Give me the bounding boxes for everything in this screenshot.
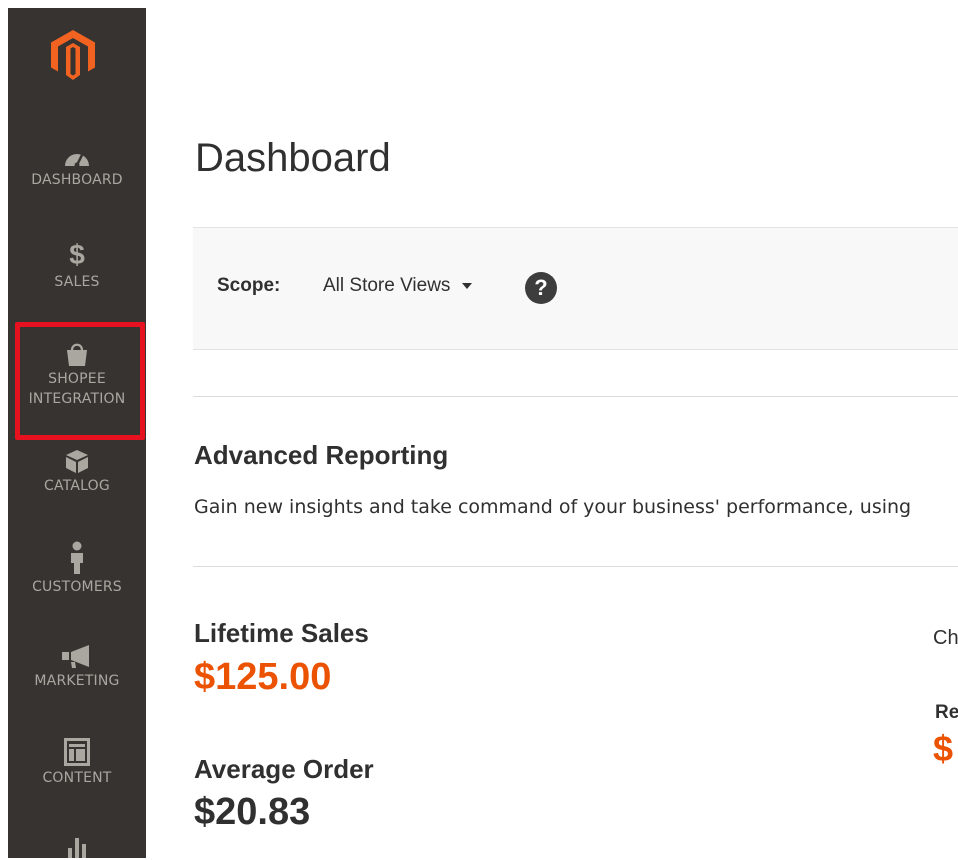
divider (193, 396, 958, 397)
advanced-reporting-title: Advanced Reporting (194, 440, 449, 470)
average-order-label: Average Order (194, 754, 374, 784)
page-title: Dashboard (195, 136, 391, 180)
box-icon (66, 450, 88, 473)
sidebar-item-label: MARKETING (34, 673, 120, 689)
average-order-value: $20.83 (194, 791, 311, 833)
layout-icon (64, 738, 90, 766)
sidebar-item-content[interactable]: CONTENT (8, 738, 146, 788)
sidebar-item-label: CONTENT (42, 770, 112, 786)
scope-label: Scope: (217, 275, 281, 296)
person-icon (71, 541, 83, 574)
sidebar-item-label: CUSTOMERS (32, 579, 122, 595)
help-icon[interactable]: ? (525, 272, 557, 304)
sidebar-item-label: SALES (54, 274, 100, 290)
sidebar-item-reports[interactable] (8, 834, 146, 860)
scope-dropdown[interactable]: All Store Views (323, 275, 473, 297)
sidebar-item-sales[interactable]: $ SALES (8, 240, 146, 292)
revenue-label: Re (935, 702, 958, 723)
sidebar-item-catalog[interactable]: CATALOG (8, 448, 146, 496)
highlight-box (15, 322, 145, 440)
sidebar-item-label: DASHBOARD (31, 172, 123, 188)
megaphone-icon (62, 645, 89, 668)
bar-chart-icon (68, 838, 86, 858)
sidebar-item-dashboard[interactable]: DASHBOARD (8, 148, 146, 190)
scope-bar: Scope: All Store Views ? (193, 227, 958, 350)
dollar-icon: $ (69, 239, 85, 270)
sidebar-item-customers[interactable]: CUSTOMERS (8, 541, 146, 597)
advanced-reporting-text: Gain new insights and take command of yo… (194, 496, 912, 518)
lifetime-sales-value: $125.00 (194, 656, 332, 698)
speedometer-icon (65, 154, 89, 168)
chart-tab-label[interactable]: Ch (933, 627, 958, 650)
magento-logo[interactable] (51, 30, 95, 80)
sidebar-item-label: CATALOG (44, 478, 110, 494)
revenue-value: $ (933, 728, 954, 769)
sidebar-item-marketing[interactable]: MARKETING (8, 643, 146, 691)
main-content: Dashboard Scope: All Store Views ? Advan… (193, 0, 958, 858)
divider (193, 566, 958, 567)
scope-value: All Store Views (323, 275, 451, 296)
lifetime-sales-label: Lifetime Sales (194, 618, 369, 648)
chevron-down-icon (462, 282, 473, 289)
